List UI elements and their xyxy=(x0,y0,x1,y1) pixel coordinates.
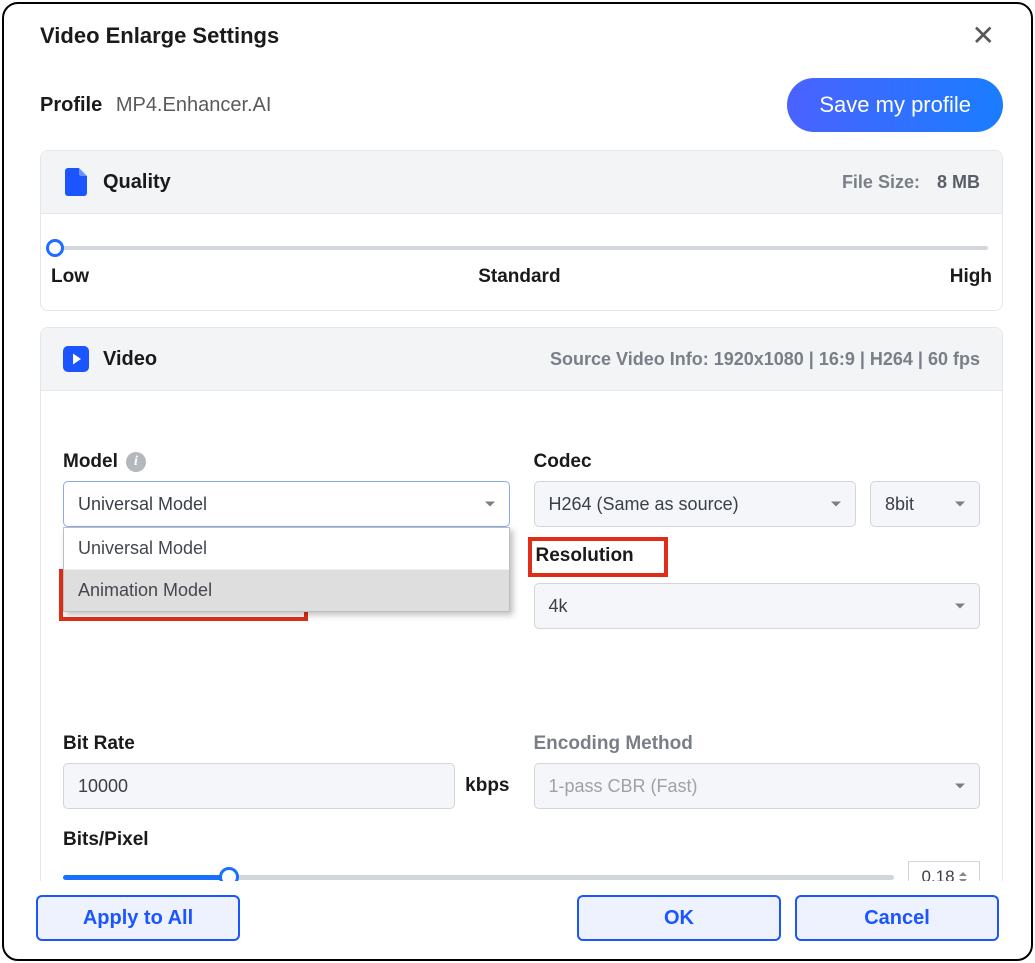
bits-pixel-spinner[interactable] xyxy=(959,872,967,882)
model-field: Model i Universal Model Universal Model … xyxy=(63,451,510,629)
video-header: Video Source Video Info: 1920x1080 | 16:… xyxy=(41,328,1002,391)
codec-selected-value: H264 (Same as source) xyxy=(549,494,739,515)
profile-name: MP4.Enhancer.AI xyxy=(116,94,272,116)
bits-pixel-label: Bits/Pixel xyxy=(63,829,980,851)
chevron-down-icon xyxy=(831,502,841,507)
encoding-select[interactable]: 1-pass CBR (Fast) xyxy=(534,763,981,809)
quality-label-standard: Standard xyxy=(478,266,560,288)
profile-row: Profile MP4.Enhancer.AI Save my profile xyxy=(40,60,1003,150)
quality-body: Low Standard High xyxy=(41,214,1002,310)
dialog-header: Video Enlarge Settings ✕ xyxy=(4,4,1031,60)
bitrate-value: 10000 xyxy=(78,776,128,797)
bits-pixel-field: Bits/Pixel 0.18 xyxy=(63,829,980,881)
resolution-select[interactable]: 4k xyxy=(534,583,981,629)
encoding-value: 1-pass CBR (Fast) xyxy=(549,776,698,797)
encoding-field: Encoding Method 1-pass CBR (Fast) xyxy=(534,733,981,809)
chevron-down-icon xyxy=(955,502,965,507)
codec-select[interactable]: H264 (Same as source) xyxy=(534,481,857,527)
quality-slider-thumb[interactable] xyxy=(46,239,64,257)
video-settings-grid: Model i Universal Model Universal Model … xyxy=(63,451,980,809)
apply-to-all-button[interactable]: Apply to All xyxy=(36,895,240,941)
quality-header: Quality File Size: 8 MB xyxy=(41,151,1002,214)
source-video-info: Source Video Info: 1920x1080 | 16:9 | H2… xyxy=(550,349,980,370)
video-body: Model i Universal Model Universal Model … xyxy=(41,391,1002,881)
spinner-down-icon[interactable] xyxy=(959,879,967,882)
content-scroll-area[interactable]: Profile MP4.Enhancer.AI Save my profile … xyxy=(4,60,1021,881)
bits-pixel-value: 0.18 xyxy=(921,867,954,881)
bits-pixel-fill xyxy=(63,875,229,880)
file-size-label: File Size: xyxy=(842,172,920,192)
model-select[interactable]: Universal Model xyxy=(63,481,510,527)
cancel-button[interactable]: Cancel xyxy=(795,895,999,941)
encoding-label: Encoding Method xyxy=(534,733,981,755)
codec-field: Codec H264 (Same as source) 8bit xyxy=(534,451,981,629)
chevron-down-icon xyxy=(955,784,965,789)
file-size-value: 8 MB xyxy=(937,172,980,192)
resolution-label: Resolution xyxy=(534,543,640,569)
quality-label-high: High xyxy=(950,266,992,288)
quality-title: Quality xyxy=(103,171,171,194)
quality-label-low: Low xyxy=(51,266,89,288)
video-section: Video Source Video Info: 1920x1080 | 16:… xyxy=(40,327,1003,881)
ok-button[interactable]: OK xyxy=(577,895,781,941)
resolution-value: 4k xyxy=(549,596,568,617)
dialog-footer: Apply to All OK Cancel xyxy=(4,881,1031,959)
spinner-up-icon[interactable] xyxy=(959,872,967,876)
quality-slider[interactable] xyxy=(55,246,988,250)
bits-pixel-thumb[interactable] xyxy=(219,867,239,881)
video-enlarge-dialog: Video Enlarge Settings ✕ Profile MP4.Enh… xyxy=(2,2,1033,961)
document-icon xyxy=(63,167,89,197)
bits-pixel-slider[interactable] xyxy=(63,875,894,880)
file-size-info: File Size: 8 MB xyxy=(842,172,980,193)
quality-section: Quality File Size: 8 MB Low Standard Hig… xyxy=(40,150,1003,311)
close-icon[interactable]: ✕ xyxy=(966,22,1001,50)
chevron-down-icon xyxy=(955,604,965,609)
save-profile-button[interactable]: Save my profile xyxy=(787,78,1003,132)
bitrate-label: Bit Rate xyxy=(63,733,510,755)
bitrate-input[interactable]: 10000 xyxy=(63,763,455,809)
model-dropdown: Universal Model Animation Model xyxy=(63,527,510,612)
profile-label: Profile xyxy=(40,94,102,116)
info-icon[interactable]: i xyxy=(126,452,146,472)
quality-slider-labels: Low Standard High xyxy=(51,260,992,288)
video-title: Video xyxy=(103,348,157,371)
chevron-down-icon xyxy=(485,502,495,507)
codec-label: Codec xyxy=(534,451,981,473)
play-icon xyxy=(63,344,89,374)
bits-pixel-value-input[interactable]: 0.18 xyxy=(908,861,980,881)
bitrate-field: Bit Rate 10000 kbps xyxy=(63,733,510,809)
profile-text: Profile MP4.Enhancer.AI xyxy=(40,94,271,117)
model-selected-value: Universal Model xyxy=(78,494,207,515)
bitdepth-select[interactable]: 8bit xyxy=(870,481,980,527)
bitdepth-value: 8bit xyxy=(885,494,914,515)
bitrate-unit: kbps xyxy=(465,775,509,797)
model-option-animation[interactable]: Animation Model xyxy=(64,570,509,611)
model-label: Model i xyxy=(63,451,510,473)
dialog-title: Video Enlarge Settings xyxy=(40,23,279,49)
model-option-universal[interactable]: Universal Model xyxy=(64,528,509,570)
